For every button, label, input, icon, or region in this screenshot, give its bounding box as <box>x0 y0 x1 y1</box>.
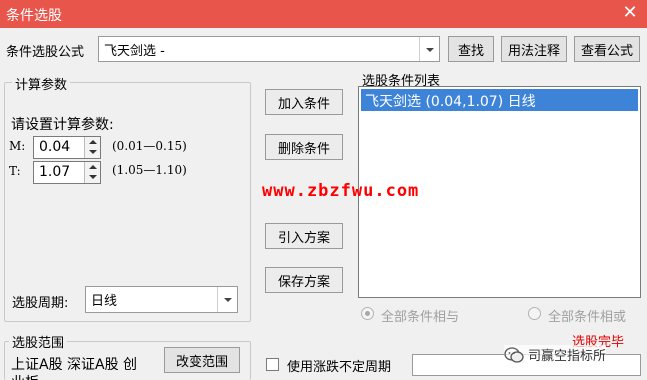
list-item[interactable]: 飞天剑选 (0.04,1.07) 日线 <box>361 89 638 111</box>
usage-notes-button[interactable]: 用法注释 <box>501 36 567 62</box>
t-param-spinner[interactable]: 1.07 <box>33 161 101 184</box>
view-formula-button[interactable]: 查看公式 <box>574 36 640 62</box>
m-param-spinner[interactable]: 0.04 <box>33 136 101 159</box>
m-param-label: M: <box>9 139 26 153</box>
watermark-text: www.zbzfwu.com <box>262 181 420 201</box>
spin-down-icon[interactable] <box>84 147 100 158</box>
radio-or[interactable] <box>528 307 541 320</box>
params-group-title: 计算参数 <box>12 74 71 93</box>
wechat-icon <box>504 346 524 363</box>
range-text-line2: 业板 <box>11 372 39 380</box>
delete-condition-button[interactable]: 删除条件 <box>265 134 343 160</box>
period-select[interactable]: 日线 <box>85 286 238 313</box>
m-param-value: 0.04 <box>39 139 71 155</box>
floating-period-checkbox[interactable] <box>266 358 279 371</box>
radio-or-label: 全部条件相或 <box>548 310 627 325</box>
title-bar: 条件选股 ✕ <box>0 0 647 28</box>
change-range-button[interactable]: 改变范围 <box>164 347 240 373</box>
chevron-down-icon[interactable] <box>217 287 237 312</box>
import-scheme-button[interactable]: 引入方案 <box>265 223 343 249</box>
range-group-title: 选股范围 <box>9 332 68 351</box>
period-value: 日线 <box>91 294 118 309</box>
period-label: 选股周期: <box>12 296 69 311</box>
radio-and[interactable] <box>361 307 374 320</box>
floating-period-label: 使用涨跌不定周期 <box>287 360 392 375</box>
find-button[interactable]: 查找 <box>448 36 494 62</box>
params-prompt: 请设置计算参数: <box>11 117 114 133</box>
spin-down-icon[interactable] <box>84 172 100 183</box>
add-condition-button[interactable]: 加入条件 <box>265 89 343 115</box>
formula-select[interactable]: 飞天剑选 - <box>98 36 440 62</box>
badge-text: 司赢空指标所 <box>528 349 607 364</box>
m-param-range: (0.01—0.15) <box>112 139 187 153</box>
formula-selected-value: 飞天剑选 - <box>104 44 165 59</box>
save-scheme-button[interactable]: 保存方案 <box>265 267 343 293</box>
window-title: 条件选股 <box>6 8 62 24</box>
close-icon[interactable]: ✕ <box>619 2 641 24</box>
t-param-value: 1.07 <box>39 164 71 180</box>
chevron-down-icon[interactable] <box>419 37 439 61</box>
t-param-range: (1.05—1.10) <box>112 163 187 177</box>
formula-label: 条件选股公式 <box>6 45 85 60</box>
radio-and-label: 全部条件相与 <box>381 310 460 325</box>
t-param-label: T: <box>9 164 21 178</box>
wechat-badge: 司赢空指标所 <box>504 345 607 364</box>
range-text-line1: 上证A股 深证A股 创 <box>11 357 138 373</box>
